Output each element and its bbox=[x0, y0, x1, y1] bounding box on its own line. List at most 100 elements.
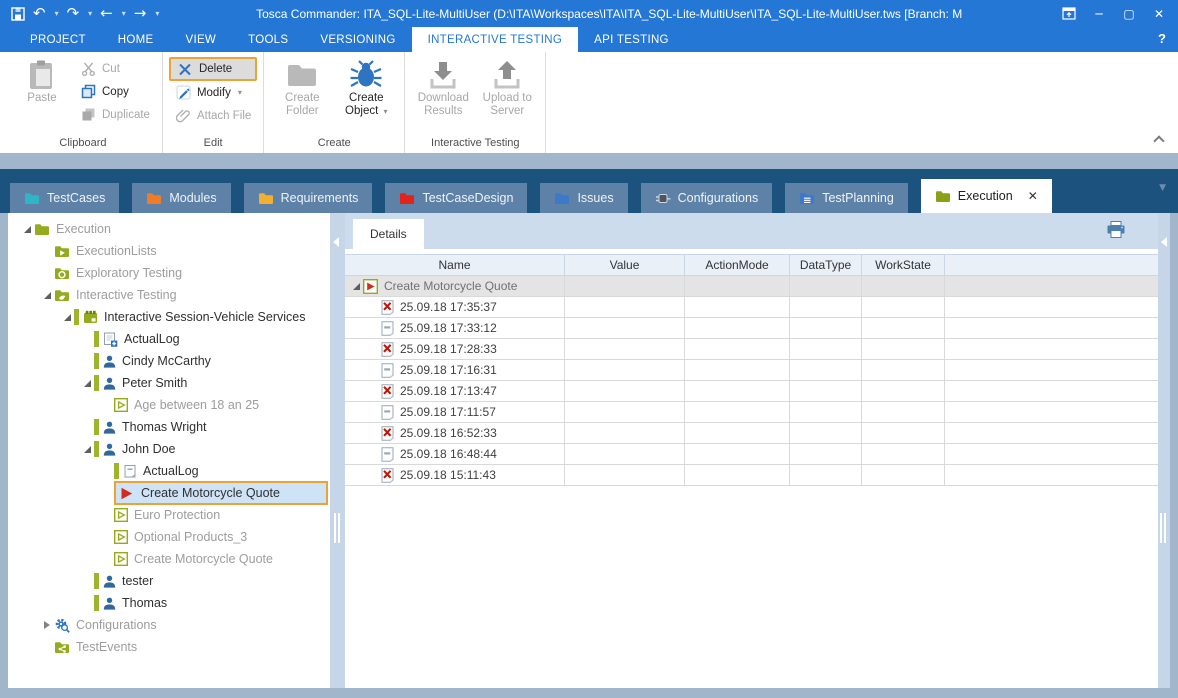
status-bar-indicator bbox=[94, 419, 99, 435]
help-icon[interactable]: ? bbox=[1158, 31, 1166, 46]
collapse-right-panel-icon[interactable] bbox=[1161, 237, 1167, 247]
ribbon-tab-interactive-testing[interactable]: INTERACTIVE TESTING bbox=[412, 27, 579, 52]
workspace-tab-requirements[interactable]: Requirements bbox=[244, 183, 373, 213]
column-header-name[interactable]: Name bbox=[345, 255, 565, 275]
expanded-icon[interactable] bbox=[60, 314, 74, 321]
tree-item-peter-smith[interactable]: Peter Smith bbox=[8, 372, 330, 394]
execution-log-row[interactable]: 25.09.18 17:33:12 bbox=[345, 318, 1158, 339]
tree-item-thomas[interactable]: Thomas bbox=[8, 592, 330, 614]
tree-item-tester[interactable]: tester bbox=[8, 570, 330, 592]
column-header-workstate[interactable]: WorkState bbox=[862, 255, 945, 275]
workspace-tab-modules[interactable]: Modules bbox=[132, 183, 230, 213]
tree-item-create-motorcycle-quote[interactable]: Create Motorcycle Quote bbox=[8, 548, 330, 570]
workspace-tab-testplanning[interactable]: TestPlanning bbox=[785, 183, 908, 213]
ribbon-tab-versioning[interactable]: VERSIONING bbox=[304, 27, 411, 52]
right-splitter-grip[interactable] bbox=[1160, 513, 1166, 543]
collapse-ribbon-icon[interactable] bbox=[1155, 134, 1164, 143]
collapse-left-panel-icon[interactable] bbox=[333, 237, 339, 247]
ribbon-tab-view[interactable]: VIEW bbox=[169, 27, 232, 52]
ribbon-tab-tools[interactable]: TOOLS bbox=[232, 27, 304, 52]
back-icon[interactable]: ← bbox=[97, 5, 116, 22]
splitter-grip[interactable] bbox=[334, 513, 340, 543]
column-header-value[interactable]: Value bbox=[565, 255, 685, 275]
tree-item-thomas-wright[interactable]: Thomas Wright bbox=[8, 416, 330, 438]
workspace-tab-configurations[interactable]: Configurations bbox=[641, 183, 773, 213]
column-header-actionmode[interactable]: ActionMode bbox=[685, 255, 790, 275]
delete-button[interactable]: Delete bbox=[169, 57, 257, 81]
execution-log-row[interactable]: 25.09.18 17:16:31 bbox=[345, 360, 1158, 381]
expanded-icon[interactable] bbox=[349, 283, 363, 290]
workspace-tab-issues[interactable]: Issues bbox=[540, 183, 627, 213]
workspace-tab-execution[interactable]: Execution✕ bbox=[921, 179, 1052, 213]
ribbon-tab-project[interactable]: PROJECT bbox=[14, 27, 102, 52]
undo-icon[interactable]: ↶ bbox=[30, 5, 49, 22]
cut-button[interactable]: Cut bbox=[74, 57, 156, 80]
create-folder-button[interactable]: Create Folder bbox=[270, 54, 334, 118]
execution-entry-row[interactable]: Create Motorcycle Quote bbox=[345, 276, 1158, 297]
tree-item-actuallog[interactable]: ActualLog bbox=[8, 328, 330, 350]
tree-item-exploratory-testing[interactable]: Exploratory Testing bbox=[8, 262, 330, 284]
tab-details[interactable]: Details bbox=[353, 219, 424, 249]
close-tab-icon[interactable]: ✕ bbox=[1028, 189, 1038, 203]
expanded-icon[interactable] bbox=[40, 292, 54, 299]
redo-dropdown-icon[interactable]: ▾ bbox=[85, 9, 95, 19]
modify-button[interactable]: Modify ▾ bbox=[169, 81, 257, 104]
tree-item-actuallog[interactable]: ActualLog bbox=[8, 460, 330, 482]
column-header-datatype[interactable]: DataType bbox=[790, 255, 862, 275]
expanded-icon[interactable] bbox=[20, 226, 34, 233]
workspace-tab-label: Issues bbox=[577, 191, 613, 205]
execution-log-row[interactable]: 25.09.18 17:28:33 bbox=[345, 339, 1158, 360]
close-button[interactable]: ✕ bbox=[1146, 4, 1172, 24]
create-object-dropdown-icon[interactable]: ▾ bbox=[384, 107, 388, 116]
save-icon[interactable] bbox=[8, 6, 28, 22]
tree-item-create-motorcycle-quote[interactable]: Create Motorcycle Quote bbox=[8, 482, 330, 504]
execution-log-row[interactable]: 25.09.18 17:35:37 bbox=[345, 297, 1158, 318]
modify-dropdown-icon[interactable]: ▾ bbox=[238, 88, 242, 97]
right-collapsed-splitter[interactable] bbox=[1158, 213, 1170, 688]
execution-log-row[interactable]: 25.09.18 17:13:47 bbox=[345, 381, 1158, 402]
collapsed-icon[interactable] bbox=[40, 621, 54, 629]
workspace-tab-testcasedesign[interactable]: TestCaseDesign bbox=[385, 183, 527, 213]
forward-icon[interactable]: → bbox=[131, 5, 150, 22]
tree-item-execution[interactable]: Execution bbox=[8, 218, 330, 240]
tree-item-optional-products-3[interactable]: Optional Products_3 bbox=[8, 526, 330, 548]
tree-details-splitter[interactable] bbox=[330, 213, 345, 688]
tree-item-interactive-session-vehicle-services[interactable]: Interactive Session-Vehicle Services bbox=[8, 306, 330, 328]
ribbon-tab-api-testing[interactable]: API TESTING bbox=[578, 27, 685, 52]
tree-item-age-between-18-an-25[interactable]: Age between 18 an 25 bbox=[8, 394, 330, 416]
tree-item-interactive-testing[interactable]: Interactive Testing bbox=[8, 284, 330, 306]
download-results-button[interactable]: Download Results bbox=[411, 54, 475, 118]
tree-item-configurations[interactable]: Configurations bbox=[8, 614, 330, 636]
execution-log-row[interactable]: 25.09.18 15:11:43 bbox=[345, 465, 1158, 486]
print-icon[interactable] bbox=[1106, 221, 1126, 243]
attach-file-button[interactable]: Attach File bbox=[169, 104, 257, 127]
maximize-button[interactable]: ▢ bbox=[1116, 4, 1142, 24]
copy-button[interactable]: Copy bbox=[74, 80, 156, 103]
tree-item-executionlists[interactable]: ExecutionLists bbox=[8, 240, 330, 262]
create-object-button[interactable]: Create Object ▾ bbox=[334, 54, 398, 118]
workspace-tab-testcases[interactable]: TestCases bbox=[10, 183, 119, 213]
tree-item-cindy-mccarthy[interactable]: Cindy McCarthy bbox=[8, 350, 330, 372]
paste-button[interactable]: Paste bbox=[10, 54, 74, 105]
redo-icon[interactable]: ↷ bbox=[64, 5, 83, 22]
tree-item-label: Thomas Wright bbox=[122, 416, 207, 438]
execution-log-row[interactable]: 25.09.18 16:48:44 bbox=[345, 444, 1158, 465]
tab-overflow-icon[interactable]: ▼ bbox=[1159, 183, 1166, 193]
back-dropdown-icon[interactable]: ▾ bbox=[119, 9, 129, 19]
undo-dropdown-icon[interactable]: ▾ bbox=[52, 9, 62, 19]
dock-window-icon[interactable] bbox=[1056, 4, 1082, 24]
execution-log-row[interactable]: 25.09.18 16:52:33 bbox=[345, 423, 1158, 444]
forward-dropdown-icon[interactable]: ▾ bbox=[152, 9, 162, 19]
upload-to-server-button[interactable]: Upload to Server bbox=[475, 54, 539, 118]
execution-log-row[interactable]: 25.09.18 17:11:57 bbox=[345, 402, 1158, 423]
minimize-button[interactable]: ─ bbox=[1086, 4, 1112, 24]
log-failed-icon bbox=[381, 300, 394, 315]
expanded-icon[interactable] bbox=[80, 446, 94, 453]
ribbon-tab-home[interactable]: HOME bbox=[102, 27, 170, 52]
tree-item-testevents[interactable]: TestEvents bbox=[8, 636, 330, 658]
datatype-cell bbox=[790, 360, 862, 380]
tree-item-euro-protection[interactable]: Euro Protection bbox=[8, 504, 330, 526]
expanded-icon[interactable] bbox=[80, 380, 94, 387]
duplicate-button[interactable]: Duplicate bbox=[74, 103, 156, 126]
tree-item-john-doe[interactable]: John Doe bbox=[8, 438, 330, 460]
